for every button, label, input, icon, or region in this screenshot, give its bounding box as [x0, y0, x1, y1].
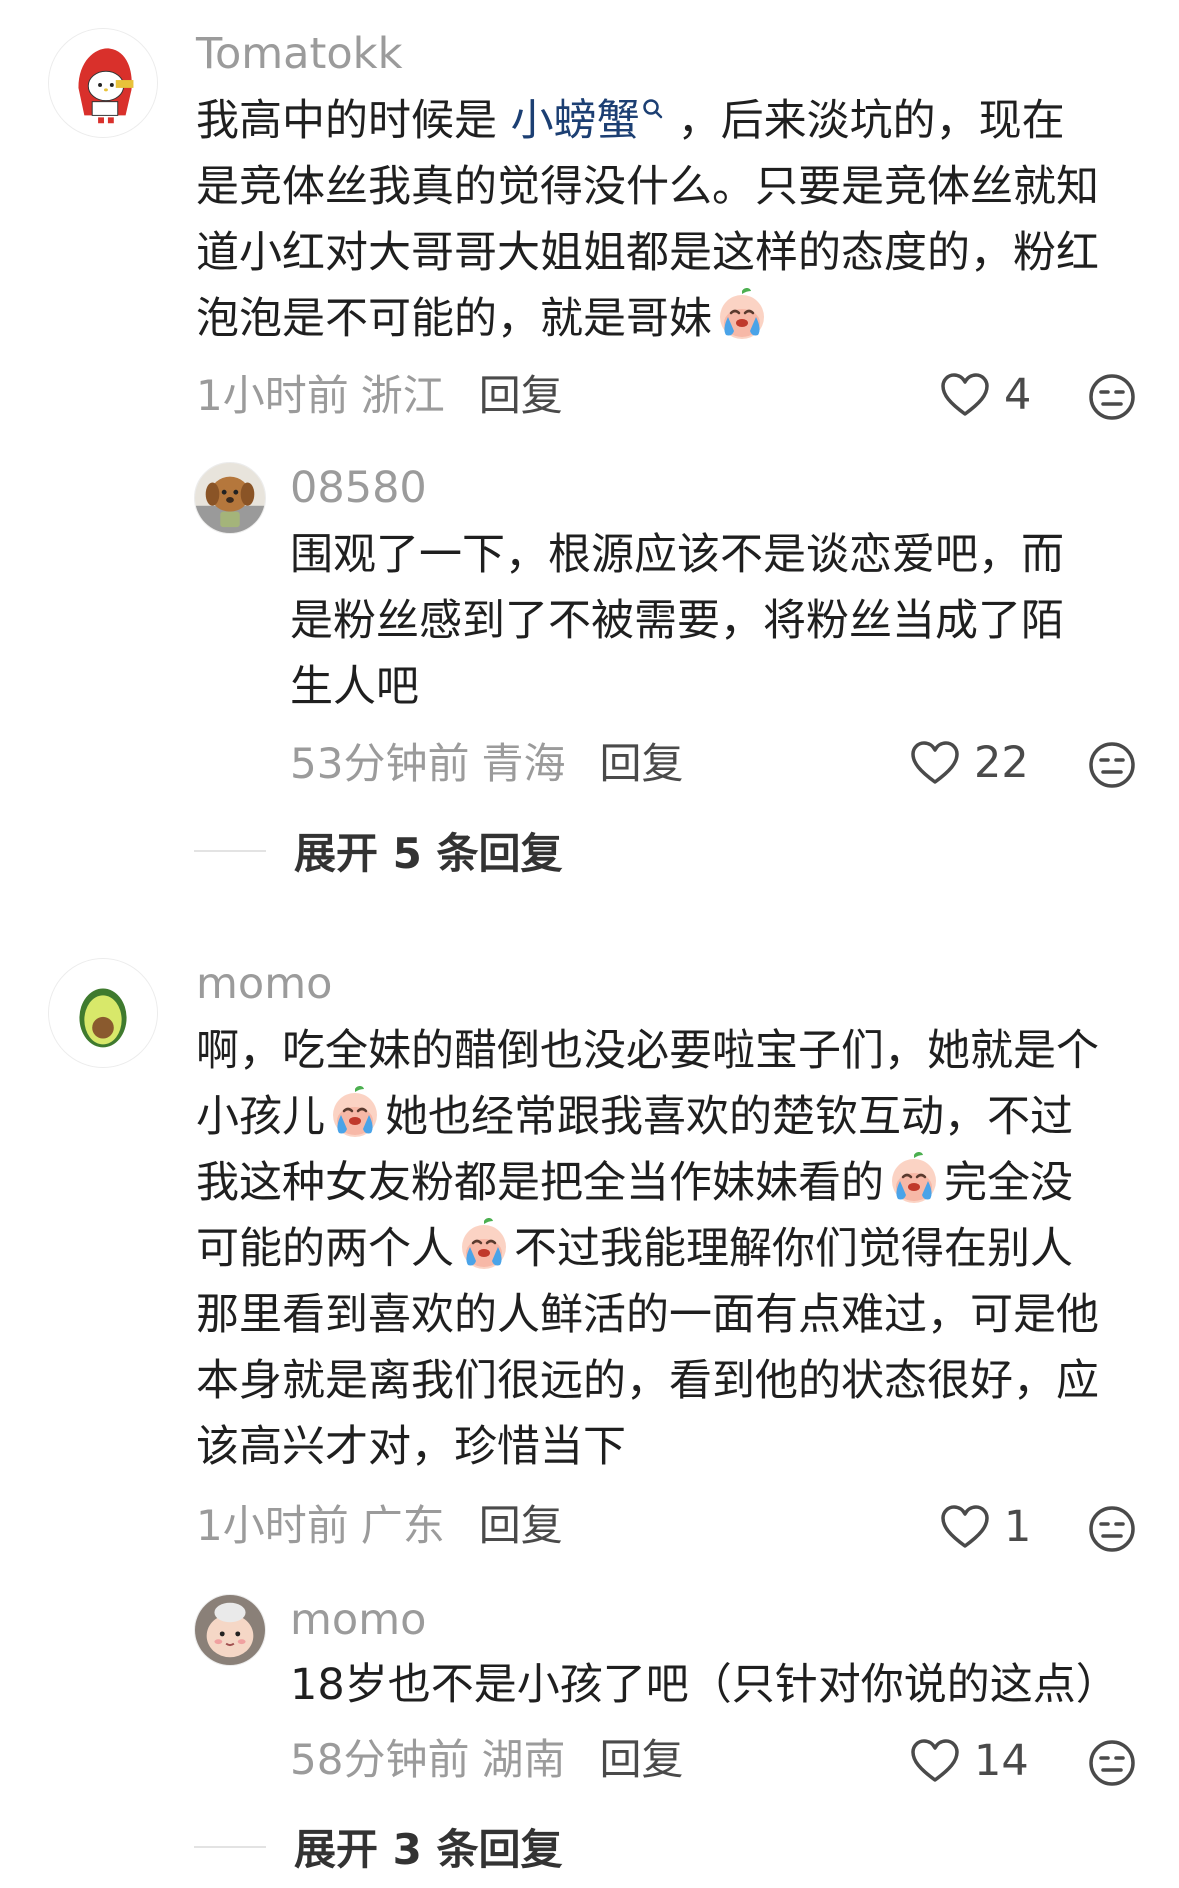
comment-meta: 1小时前 广东 回复 — [196, 1500, 563, 1552]
user-avatar[interactable] — [194, 462, 266, 534]
meh-face-icon[interactable] — [1087, 1738, 1137, 1788]
comment-text-line: 本身就是离我们很远的，看到他的状态很好，应 — [196, 1356, 1099, 1406]
comment-meta: 1小时前 浙江 回复 — [196, 370, 563, 422]
reply-button[interactable]: 回复 — [599, 739, 683, 788]
comment-text-segment: 完全没 — [944, 1158, 1073, 1208]
reply-username[interactable]: 08580 — [290, 462, 427, 514]
like-button[interactable]: 22 — [910, 738, 1029, 788]
reply-text: 18岁也不是小孩了吧（只针对你说的这点） — [290, 1652, 1119, 1718]
reply-text-line: 18岁也不是小孩了吧（只针对你说的这点） — [290, 1660, 1119, 1710]
comment-username[interactable]: Tomatokk — [196, 28, 402, 80]
user-avatar[interactable] — [194, 1594, 266, 1666]
heart-outline-icon — [910, 740, 960, 786]
reply-location: 青海 — [481, 739, 566, 788]
expand-replies-label: 展开 5 条回复 — [294, 829, 563, 878]
meh-face-icon[interactable] — [1087, 1504, 1137, 1554]
comment-text-segment: 我高中的时候是 — [196, 96, 511, 146]
like-count: 4 — [1004, 370, 1032, 420]
comment-time: 1小时前 — [196, 1501, 349, 1550]
avocado-avatar-icon — [49, 959, 157, 1067]
comment-text-line: 泡泡是不可能的，就是哥妹 — [196, 294, 712, 344]
user-avatar[interactable] — [48, 958, 158, 1068]
comment-text-segment: 不过我能理解你们觉得在别人 — [514, 1224, 1073, 1274]
like-button[interactable]: 4 — [940, 370, 1031, 420]
comment-text-segment: 可能的两个人 — [196, 1224, 454, 1274]
reply-text: 围观了一下，根源应该不是谈恋爱吧，而 是粉丝感到了不被需要，将粉丝当成了陌 生人… — [290, 522, 1064, 720]
plush-toy-avatar-icon — [195, 1595, 265, 1665]
reply-text-line: 围观了一下，根源应该不是谈恋爱吧，而 — [290, 530, 1064, 580]
comment-text-line: 道小红对大哥哥大姐姐都是这样的态度的，粉红 — [196, 228, 1099, 278]
reply-button[interactable]: 回复 — [599, 1735, 683, 1784]
like-button[interactable]: 14 — [910, 1736, 1029, 1786]
comment-text: 啊，吃全妹的醋倒也没必要啦宝子们，她就是个 小孩儿 她也经常跟我喜欢的楚钦互动，不… — [196, 1018, 1099, 1480]
reply-button[interactable]: 回复 — [479, 1501, 563, 1550]
reply-location: 湖南 — [481, 1735, 566, 1784]
comment-location: 广东 — [360, 1501, 445, 1550]
search-icon[interactable] — [642, 98, 664, 120]
expand-replies-button[interactable]: 展开 3 条回复 — [194, 1816, 562, 1877]
heart-outline-icon — [940, 372, 990, 418]
reply-meta: 53分钟前 青海 回复 — [290, 738, 683, 790]
comment-text-segment: 小孩儿 — [196, 1092, 325, 1142]
reply-time: 58分钟前 — [290, 1735, 470, 1784]
expand-replies-button[interactable]: 展开 5 条回复 — [194, 820, 562, 881]
hello-kitty-avatar-icon — [49, 29, 157, 137]
reply-text-line: 生人吧 — [290, 662, 419, 712]
comment-text-segment: 她也经常跟我喜欢的楚钦互动，不过 — [385, 1092, 1073, 1142]
comment-text-segment: ，后来淡坑的，现在 — [677, 96, 1065, 146]
reply-username[interactable]: momo — [290, 1594, 426, 1646]
comment-text-line: 该高兴才对，珍惜当下 — [196, 1422, 626, 1472]
heart-outline-icon — [940, 1504, 990, 1550]
comment-username[interactable]: momo — [196, 958, 332, 1010]
expand-replies-label: 展开 3 条回复 — [294, 1825, 563, 1874]
crying-face-emoji-icon — [456, 1217, 512, 1273]
reply-time: 53分钟前 — [290, 739, 470, 788]
reply-meta: 58分钟前 湖南 回复 — [290, 1734, 683, 1786]
reply-text-line: 是粉丝感到了不被需要，将粉丝当成了陌 — [290, 596, 1064, 646]
reply-button[interactable]: 回复 — [479, 371, 563, 420]
like-count: 1 — [1004, 1502, 1032, 1552]
crying-face-emoji-icon — [327, 1085, 383, 1141]
comment-text-line: 啊，吃全妹的醋倒也没必要啦宝子们，她就是个 — [196, 1026, 1099, 1076]
expand-divider — [194, 1845, 266, 1848]
crying-face-emoji-icon — [886, 1151, 942, 1207]
comment-location: 浙江 — [360, 371, 445, 420]
meh-face-icon[interactable] — [1087, 372, 1137, 422]
like-count: 22 — [974, 738, 1029, 788]
expand-divider — [194, 849, 266, 852]
comment-text: 我高中的时候是 小螃蟹 ，后来淡坑的，现在 是竞体丝我真的觉得没什么。只要是竞体丝… — [196, 88, 1099, 352]
comment-text-line: 那里看到喜欢的人鲜活的一面有点难过，可是他 — [196, 1290, 1099, 1340]
puppy-avatar-icon — [195, 463, 265, 533]
like-count: 14 — [974, 1736, 1029, 1786]
heart-outline-icon — [910, 1738, 960, 1784]
topic-search-link[interactable]: 小螃蟹 — [511, 96, 640, 146]
comment-time: 1小时前 — [196, 371, 349, 420]
crying-face-emoji-icon — [714, 287, 770, 343]
comment-text-segment: 我这种女友粉都是把全当作妹妹看的 — [196, 1158, 884, 1208]
meh-face-icon[interactable] — [1087, 740, 1137, 790]
like-button[interactable]: 1 — [940, 1502, 1031, 1552]
user-avatar[interactable] — [48, 28, 158, 138]
comment-text-line: 是竞体丝我真的觉得没什么。只要是竞体丝就知 — [196, 162, 1099, 212]
